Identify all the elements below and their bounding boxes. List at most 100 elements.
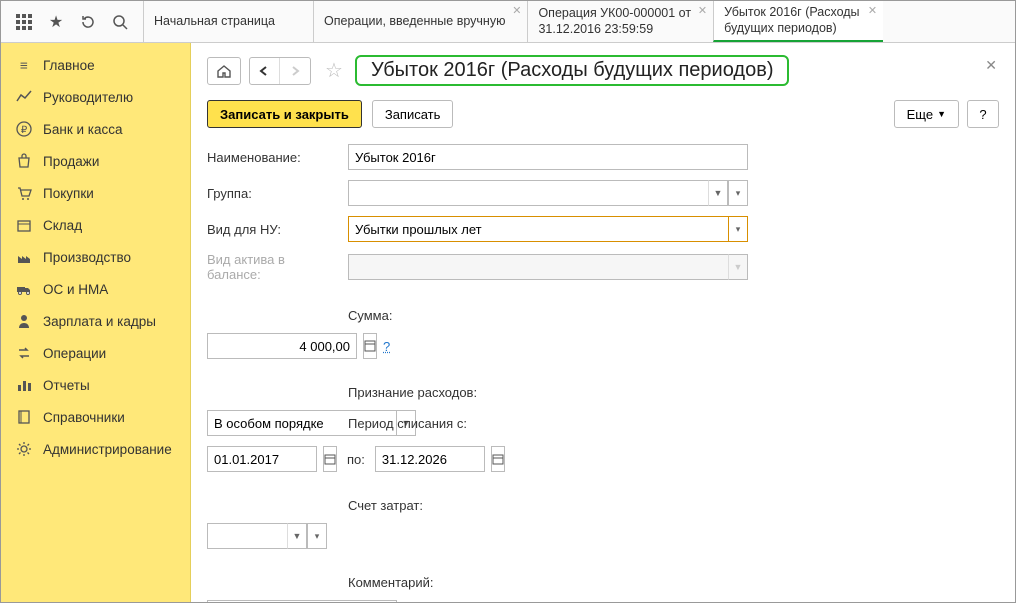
tab-label: Начальная страница bbox=[154, 14, 291, 30]
sidebar-item-label: Производство bbox=[43, 250, 131, 265]
sidebar-item-label: Операции bbox=[43, 346, 106, 361]
help-button[interactable]: ? bbox=[967, 100, 999, 128]
name-input[interactable] bbox=[348, 144, 748, 170]
sidebar-item-admin[interactable]: Администрирование bbox=[1, 433, 190, 465]
more-button[interactable]: Еще▼ bbox=[894, 100, 959, 128]
save-close-button[interactable]: Записать и закрыть bbox=[207, 100, 362, 128]
cart-icon bbox=[15, 184, 33, 202]
sidebar-item-label: Справочники bbox=[43, 410, 125, 425]
help-link[interactable]: ? bbox=[383, 339, 390, 354]
forward-button[interactable] bbox=[280, 58, 310, 84]
sidebar-item-catalogs[interactable]: Справочники bbox=[1, 401, 190, 433]
calendar-icon[interactable] bbox=[491, 446, 505, 472]
truck-icon bbox=[15, 280, 33, 298]
sidebar-item-label: Склад bbox=[43, 218, 82, 233]
nav-row: ☆ Убыток 2016г (Расходы будущих периодов… bbox=[207, 55, 999, 86]
sidebar-item-production[interactable]: Производство bbox=[1, 241, 190, 273]
tab-label: Операции, введенные вручную bbox=[324, 14, 505, 30]
account-label: Счет затрат: bbox=[348, 498, 967, 513]
open-icon[interactable]: ▾ bbox=[728, 180, 748, 206]
tab-label: Убыток 2016г (Расходы bbox=[724, 5, 861, 21]
comment-label: Комментарий: bbox=[348, 575, 967, 590]
vid-nu-combo: ▾ bbox=[348, 216, 748, 242]
chevron-down-icon: ▼ bbox=[728, 254, 748, 280]
chart-icon bbox=[15, 88, 33, 106]
tab-home[interactable]: Начальная страница bbox=[143, 1, 313, 42]
open-icon[interactable]: ▾ bbox=[307, 523, 327, 549]
sidebar-item-bank[interactable]: ₽Банк и касса bbox=[1, 113, 190, 145]
back-button[interactable] bbox=[250, 58, 280, 84]
sidebar-item-sales[interactable]: Продажи bbox=[1, 145, 190, 177]
factory-icon bbox=[15, 248, 33, 266]
sidebar-item-main[interactable]: ≡Главное bbox=[1, 49, 190, 81]
account-combo: ▼ ▾ bbox=[207, 523, 327, 549]
apps-icon[interactable] bbox=[15, 13, 33, 31]
tab-ubytok[interactable]: Убыток 2016г (Расходы будущих периодов) … bbox=[713, 1, 883, 42]
open-icon[interactable]: ▾ bbox=[728, 216, 748, 242]
group-combo: ▼ ▾ bbox=[348, 180, 748, 206]
sidebar: ≡Главное Руководителю ₽Банк и касса Прод… bbox=[1, 43, 191, 602]
account-input[interactable] bbox=[207, 523, 287, 549]
close-icon[interactable]: ✕ bbox=[698, 5, 707, 19]
content: ✕ ☆ Убыток 2016г (Расходы будущих период… bbox=[191, 43, 1015, 602]
priznanie-label: Признание расходов: bbox=[348, 385, 967, 400]
sidebar-item-label: Банк и касса bbox=[43, 122, 123, 137]
sidebar-item-operations[interactable]: Операции bbox=[1, 337, 190, 369]
search-icon[interactable] bbox=[111, 13, 129, 31]
bag-icon bbox=[15, 152, 33, 170]
menu-icon: ≡ bbox=[15, 56, 33, 74]
calculator-icon[interactable] bbox=[363, 333, 377, 359]
top-icons: ★ bbox=[1, 1, 143, 42]
form: Наименование: Группа: ▼ ▾ Вид для НУ: ▾ bbox=[207, 144, 967, 602]
group-input[interactable] bbox=[348, 180, 708, 206]
nav-back-forward bbox=[249, 57, 311, 85]
topbar: ★ Начальная страница Операции, введенные… bbox=[1, 1, 1015, 43]
calendar-icon[interactable] bbox=[323, 446, 337, 472]
save-button[interactable]: Записать bbox=[372, 100, 454, 128]
chevron-down-icon[interactable]: ▼ bbox=[287, 523, 307, 549]
comment-input[interactable] bbox=[207, 600, 397, 602]
name-label: Наименование: bbox=[207, 150, 342, 165]
sidebar-item-label: Администрирование bbox=[43, 442, 172, 457]
chevron-down-icon[interactable]: ▼ bbox=[708, 180, 728, 206]
close-icon[interactable]: ✕ bbox=[512, 5, 521, 19]
period-from-input[interactable] bbox=[207, 446, 317, 472]
sidebar-item-reports[interactable]: Отчеты bbox=[1, 369, 190, 401]
tab-sublabel: будущих периодов) bbox=[724, 21, 861, 37]
tab-sublabel: 31.12.2016 23:59:59 bbox=[538, 22, 691, 38]
tab-manual-ops[interactable]: Операции, введенные вручную ✕ bbox=[313, 1, 527, 42]
home-button[interactable] bbox=[207, 57, 241, 85]
sidebar-item-assets[interactable]: ОС и НМА bbox=[1, 273, 190, 305]
sidebar-item-label: Отчеты bbox=[43, 378, 90, 393]
sidebar-item-label: Руководителю bbox=[43, 90, 133, 105]
sidebar-item-label: Покупки bbox=[43, 186, 94, 201]
vid-aktiva-label: Вид актива в балансе: bbox=[207, 252, 342, 282]
favorite-icon[interactable]: ☆ bbox=[325, 58, 343, 83]
tab-operation[interactable]: Операция УК00-000001 от 31.12.2016 23:59… bbox=[527, 1, 713, 42]
vid-aktiva-input bbox=[348, 254, 728, 280]
period-to-label: по: bbox=[347, 452, 365, 467]
box-icon bbox=[15, 216, 33, 234]
close-page-icon[interactable]: ✕ bbox=[985, 57, 997, 74]
sidebar-item-label: Зарплата и кадры bbox=[43, 314, 156, 329]
vid-aktiva-combo: ▼ bbox=[348, 254, 748, 280]
close-icon[interactable]: ✕ bbox=[868, 5, 877, 19]
group-label: Группа: bbox=[207, 186, 342, 201]
summa-input[interactable] bbox=[207, 333, 357, 359]
gear-icon bbox=[15, 440, 33, 458]
vid-nu-input[interactable] bbox=[348, 216, 728, 242]
vid-nu-label: Вид для НУ: bbox=[207, 222, 342, 237]
tabs: Начальная страница Операции, введенные в… bbox=[143, 1, 1015, 42]
period-to-input[interactable] bbox=[375, 446, 485, 472]
person-icon bbox=[15, 312, 33, 330]
more-label: Еще bbox=[907, 107, 933, 122]
sidebar-item-purchases[interactable]: Покупки bbox=[1, 177, 190, 209]
sidebar-item-label: Продажи bbox=[43, 154, 99, 169]
sidebar-item-salary[interactable]: Зарплата и кадры bbox=[1, 305, 190, 337]
period-label: Период списания с: bbox=[348, 416, 967, 431]
sidebar-item-manager[interactable]: Руководителю bbox=[1, 81, 190, 113]
history-icon[interactable] bbox=[79, 13, 97, 31]
star-icon[interactable]: ★ bbox=[47, 13, 65, 31]
sidebar-item-warehouse[interactable]: Склад bbox=[1, 209, 190, 241]
book-icon bbox=[15, 408, 33, 426]
